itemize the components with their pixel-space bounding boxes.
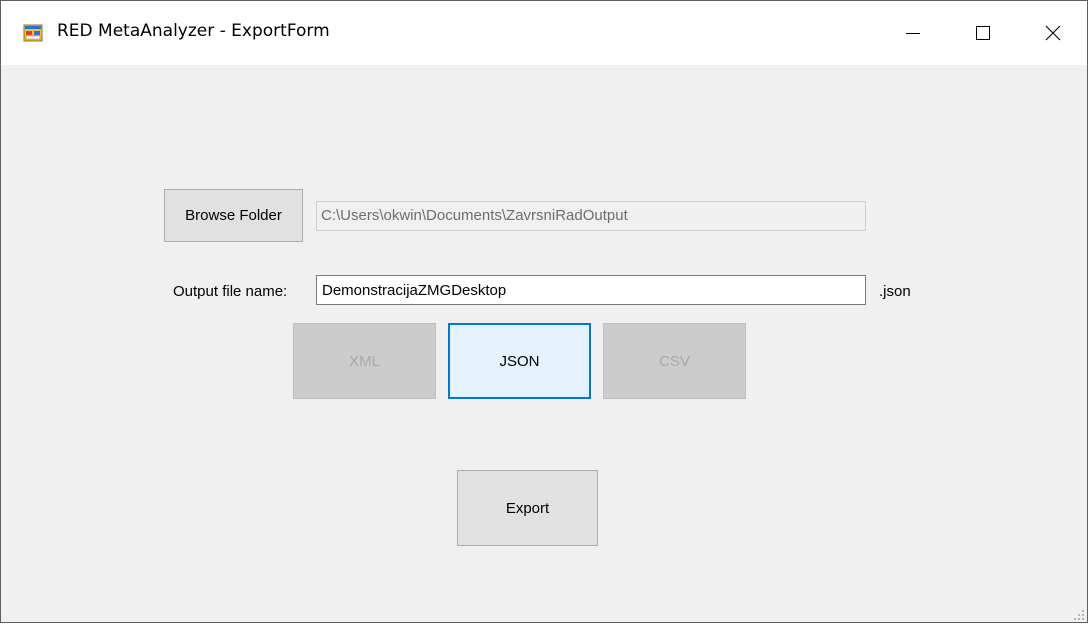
export-form-window: RED MetaAnalyzer - ExportForm Browse Fol… — [0, 0, 1088, 623]
csv-format-button[interactable]: CSV — [603, 323, 746, 399]
output-file-name-label: Output file name: — [173, 283, 288, 300]
minimize-button[interactable] — [879, 1, 947, 65]
export-button[interactable]: Export — [457, 470, 598, 546]
browse-folder-button[interactable]: Browse Folder — [164, 189, 303, 242]
maximize-icon — [976, 26, 990, 40]
folder-path-field: C:\Users\okwin\Documents\ZavrsniRadOutpu… — [316, 201, 866, 231]
title-bar[interactable]: RED MetaAnalyzer - ExportForm — [1, 1, 1087, 65]
close-icon — [1045, 25, 1061, 41]
resize-grip-icon[interactable] — [1073, 608, 1085, 620]
form-client-area: Browse Folder C:\Users\okwin\Documents\Z… — [1, 65, 1087, 622]
file-extension-label: .json — [879, 283, 911, 300]
window-title: RED MetaAnalyzer - ExportForm — [57, 21, 330, 41]
xml-format-button[interactable]: XML — [293, 323, 436, 399]
maximize-button[interactable] — [949, 1, 1017, 65]
close-button[interactable] — [1019, 1, 1087, 65]
minimize-icon — [906, 33, 920, 34]
json-format-button[interactable]: JSON — [448, 323, 591, 399]
app-form-icon[interactable] — [23, 23, 43, 43]
output-file-name-input[interactable] — [316, 275, 866, 305]
